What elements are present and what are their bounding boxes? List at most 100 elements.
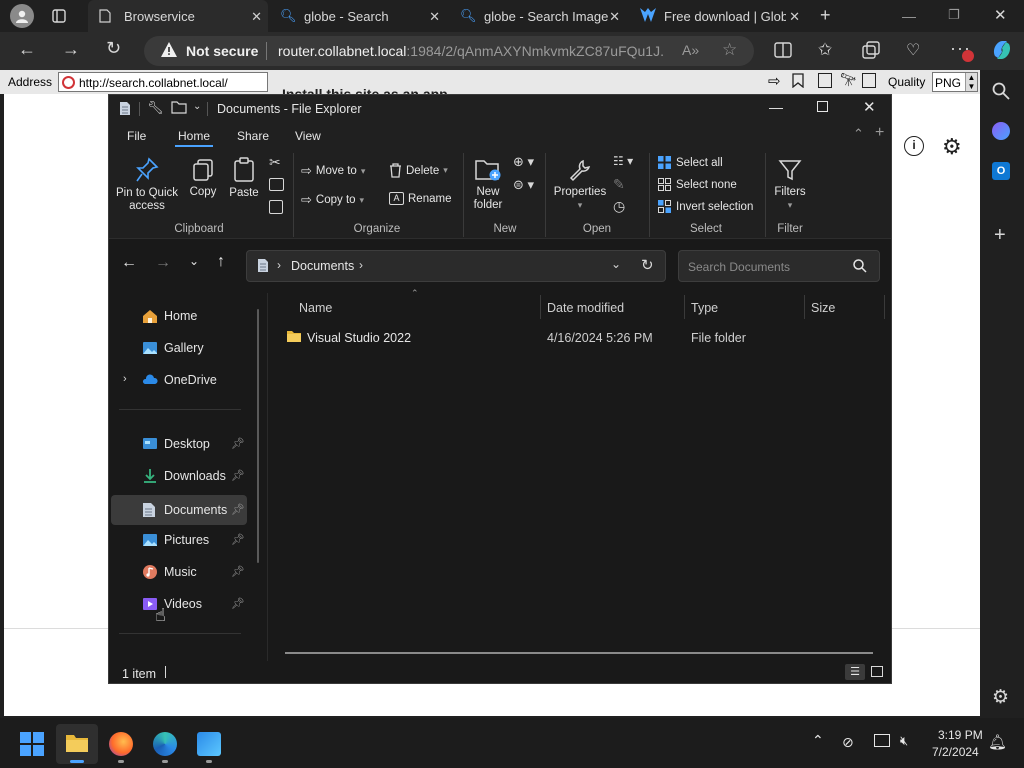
- close-tab-icon[interactable]: ✕: [251, 9, 262, 25]
- spinner-icon[interactable]: ▲ ▼: [965, 73, 977, 91]
- properties-quick-icon[interactable]: 🔧︎: [147, 100, 164, 116]
- favorite-star-icon[interactable]: ☆: [722, 40, 737, 60]
- outlook-icon[interactable]: O: [992, 162, 1010, 180]
- pin-icon[interactable]: 📌︎: [231, 533, 245, 546]
- pin-icon[interactable]: 📌︎: [231, 469, 245, 482]
- chevron-right-icon[interactable]: ›: [359, 258, 363, 272]
- notification-bell-icon[interactable]: 🔔︎: [988, 733, 1007, 751]
- close-window-icon[interactable]: ✕: [994, 6, 1007, 24]
- easy-access-icon[interactable]: ⊜ ▾: [513, 177, 534, 193]
- file-row[interactable]: Visual Studio 2022 4/16/2024 5:26 PM Fil…: [283, 323, 883, 349]
- read-aloud-icon[interactable]: A»: [682, 42, 699, 58]
- back-icon[interactable]: ←: [18, 39, 36, 60]
- refresh-icon[interactable]: ↻: [641, 256, 654, 274]
- url-text[interactable]: router.collabnet.local:1984/2/qAnmAXYNmk…: [278, 43, 664, 59]
- recent-locations-icon[interactable]: ⌄: [189, 254, 199, 268]
- nav-videos[interactable]: Videos 📌︎: [117, 591, 247, 617]
- open-icon[interactable]: ☷ ▾: [613, 154, 633, 168]
- breadcrumb-documents[interactable]: Documents: [291, 259, 354, 273]
- column-header-type[interactable]: Type: [691, 301, 718, 315]
- add-sidebar-icon[interactable]: +: [994, 224, 1006, 247]
- profile-avatar-icon[interactable]: [10, 4, 34, 28]
- forward-icon[interactable]: →: [62, 39, 80, 60]
- taskbar-file-explorer[interactable]: [56, 724, 98, 764]
- copy-to-button[interactable]: ⇨ Copy to ▾: [301, 192, 364, 208]
- pin-quick-access-button[interactable]: Pin to Quick access: [113, 155, 181, 213]
- url-bar[interactable]: Not secure router.collabnet.local:1984/2…: [144, 36, 754, 66]
- minimize-icon[interactable]: —: [769, 99, 783, 115]
- tab-view[interactable]: View: [295, 129, 321, 143]
- find-icon[interactable]: 🔭︎: [840, 72, 857, 88]
- address-breadcrumb[interactable]: › Documents › ⌄ ↻: [246, 250, 666, 282]
- large-icons-view-icon[interactable]: [871, 666, 883, 677]
- pin-icon[interactable]: 📌︎: [231, 597, 245, 610]
- select-all-button[interactable]: Select all: [657, 155, 723, 170]
- column-header-size[interactable]: Size: [811, 301, 835, 315]
- close-icon[interactable]: ✕: [863, 98, 876, 116]
- quality-select[interactable]: PNG ▲ ▼: [932, 72, 978, 92]
- search-icon[interactable]: [853, 259, 867, 273]
- chevron-right-icon[interactable]: ›: [123, 373, 127, 385]
- nav-onedrive[interactable]: › OneDrive: [117, 367, 247, 393]
- nav-downloads[interactable]: Downloads 📌︎: [117, 463, 247, 489]
- refresh-icon[interactable]: ↻: [106, 38, 121, 59]
- search-input[interactable]: Search Documents: [688, 260, 790, 274]
- collapse-ribbon-icon[interactable]: ⌃: [853, 126, 864, 142]
- column-header-name[interactable]: Name: [299, 301, 332, 315]
- copilot-sidebar-icon[interactable]: [992, 122, 1010, 140]
- details-view-icon[interactable]: ☰: [845, 664, 865, 680]
- column-header-date[interactable]: Date modified: [547, 301, 624, 315]
- volume-muted-icon[interactable]: 🔇︎: [900, 733, 908, 749]
- pane-splitter[interactable]: [267, 293, 268, 661]
- paste-button[interactable]: Paste: [225, 155, 263, 200]
- up-icon[interactable]: ↑: [217, 253, 225, 271]
- page-icon[interactable]: [818, 73, 832, 88]
- horizontal-scrollbar[interactable]: [285, 652, 873, 654]
- column-separator[interactable]: [684, 295, 685, 319]
- sidebar-settings-icon[interactable]: ⚙: [992, 686, 1009, 709]
- column-separator[interactable]: [804, 295, 805, 319]
- browser-essentials-icon[interactable]: ♡: [906, 40, 920, 60]
- copy-button[interactable]: Copy: [185, 155, 221, 199]
- help-plus-icon[interactable]: +: [875, 124, 884, 142]
- new-folder-button[interactable]: New folder: [467, 155, 509, 212]
- pin-icon[interactable]: 📌︎: [231, 565, 245, 578]
- search-box[interactable]: Search Documents: [678, 250, 880, 282]
- properties-button[interactable]: Properties ▾: [551, 155, 609, 212]
- edit-icon[interactable]: ✎: [613, 176, 625, 193]
- restore-icon[interactable]: ❐: [948, 7, 960, 23]
- tab-free-download[interactable]: Free download | Glob ✕: [632, 0, 806, 32]
- search-icon[interactable]: [992, 82, 1010, 100]
- address-input[interactable]: http://search.collabnet.local/: [58, 72, 268, 92]
- copilot-icon[interactable]: [990, 38, 1014, 62]
- collections-icon[interactable]: [862, 41, 880, 59]
- clock-date[interactable]: 7/2/2024: [932, 745, 979, 759]
- pin-icon[interactable]: 📌︎: [231, 437, 245, 450]
- show-hidden-icons-icon[interactable]: ⌃: [812, 732, 824, 749]
- new-tab-icon[interactable]: +: [820, 5, 831, 26]
- address-dropdown-icon[interactable]: ⌄: [611, 257, 621, 271]
- start-windows-icon[interactable]: [20, 732, 44, 756]
- nav-home[interactable]: Home: [117, 303, 247, 329]
- select-none-button[interactable]: Select none: [657, 177, 737, 192]
- close-tab-icon[interactable]: ✕: [429, 9, 440, 25]
- history-icon[interactable]: ◷: [613, 198, 625, 215]
- clipboard-icon[interactable]: [862, 73, 876, 88]
- gear-icon[interactable]: ⚙: [942, 134, 962, 160]
- new-item-icon[interactable]: ⊕ ▾: [513, 154, 534, 170]
- network-icon[interactable]: ⊘: [842, 734, 854, 751]
- nav-pictures[interactable]: Pictures 📌︎: [117, 527, 247, 553]
- back-icon[interactable]: ←: [121, 254, 137, 272]
- rename-button[interactable]: A Rename: [389, 192, 451, 205]
- column-separator[interactable]: [540, 295, 541, 319]
- display-icon[interactable]: [874, 734, 890, 747]
- split-screen-icon[interactable]: [774, 42, 792, 58]
- taskbar-firefox[interactable]: [104, 724, 138, 764]
- nav-gallery[interactable]: Gallery: [117, 335, 247, 361]
- tab-share[interactable]: Share: [237, 129, 269, 143]
- tab-globe-search[interactable]: 🔍︎ globe - Search ✕: [272, 0, 446, 32]
- nav-desktop[interactable]: Desktop 📌︎: [117, 431, 247, 457]
- pin-icon[interactable]: 📌︎: [231, 503, 245, 516]
- tab-browservice[interactable]: Browservice ✕: [88, 0, 268, 32]
- tab-actions-icon[interactable]: [50, 7, 68, 25]
